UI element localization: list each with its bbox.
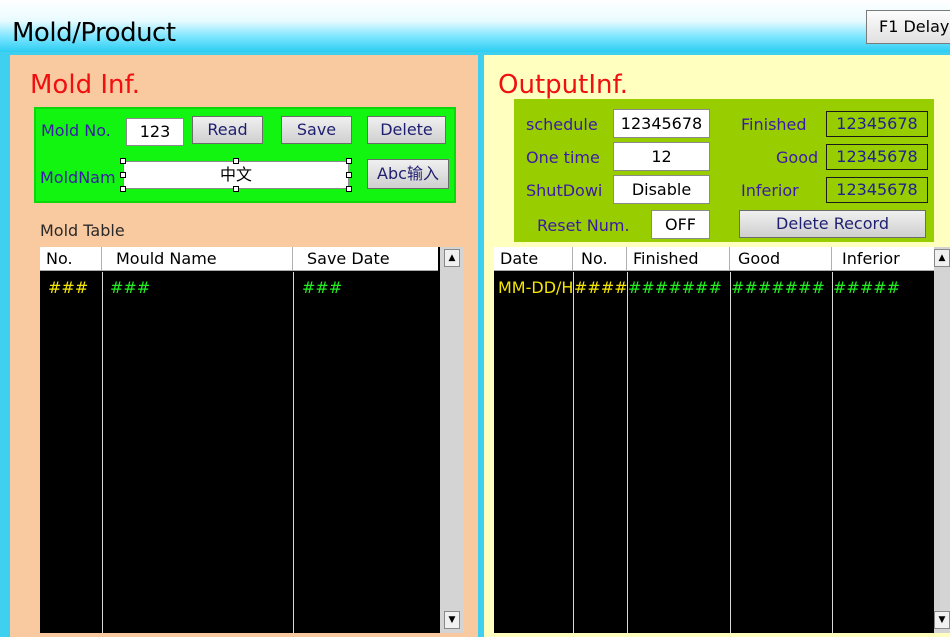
shutdown-label: ShutDowi <box>526 181 603 200</box>
table-cell[interactable]: ####### <box>628 278 730 297</box>
column-header-mould-name[interactable]: Mould Name <box>102 247 293 271</box>
column-header-finished[interactable]: Finished <box>627 247 730 271</box>
shutdown-select[interactable]: Disable <box>613 175 710 204</box>
inferior-label: Inferior <box>741 181 799 200</box>
window-title: Mold/Product <box>12 18 176 48</box>
scroll-up-icon[interactable]: ▲ <box>444 249 460 267</box>
resize-handle <box>120 158 126 164</box>
column-divider <box>102 272 103 633</box>
vertical-scrollbar[interactable]: ▲ ▼ <box>440 247 464 633</box>
output-info-title: OutputInf. <box>498 70 628 100</box>
resize-handle <box>120 172 126 178</box>
resize-handle <box>346 172 352 178</box>
delete-button[interactable]: Delete <box>367 116 446 144</box>
column-divider <box>832 272 833 633</box>
abc-input-button[interactable]: Abc输入 <box>367 159 449 189</box>
column-header-date[interactable]: Date <box>494 247 573 271</box>
resize-handle <box>346 186 352 192</box>
reset-num-label: Reset Num. <box>537 216 630 235</box>
finished-label: Finished <box>741 115 807 134</box>
table-cell[interactable]: ####### <box>731 278 832 297</box>
table-cell[interactable]: ### <box>302 278 342 297</box>
table-cell[interactable]: ##### <box>833 278 934 297</box>
mold-no-label: Mold No. <box>41 121 111 140</box>
column-header-good[interactable]: Good <box>730 247 832 271</box>
column-header-inferior[interactable]: Inferior <box>832 247 934 271</box>
column-divider <box>293 272 294 633</box>
vertical-scrollbar[interactable]: ▲ ▼ <box>934 247 950 633</box>
output-table[interactable]: Date No. Finished Good Inferior MM-DD/H … <box>494 247 950 633</box>
finished-value: 12345678 <box>826 111 928 137</box>
schedule-label: schedule <box>526 115 598 134</box>
scroll-up-icon[interactable]: ▲ <box>934 249 950 267</box>
mold-info-title: Mold Inf. <box>30 70 141 100</box>
output-table-header: Date No. Finished Good Inferior <box>494 247 934 271</box>
mold-name-input[interactable]: 中文 <box>123 161 349 189</box>
title-bar: Mold/Product F1 Delay <box>0 0 950 52</box>
save-button[interactable]: Save <box>281 116 352 144</box>
table-cell[interactable]: MM-DD/H <box>498 278 573 297</box>
mold-table-header: No. Mould Name Save Date <box>40 247 438 271</box>
reset-num-toggle[interactable]: OFF <box>651 210 710 239</box>
column-divider <box>730 272 731 633</box>
resize-handle <box>233 158 239 164</box>
mold-table-title: Mold Table <box>40 221 125 240</box>
column-header-no[interactable]: No. <box>40 247 102 271</box>
good-label: Good <box>776 148 819 167</box>
resize-handle <box>120 186 126 192</box>
column-header-save-date[interactable]: Save Date <box>293 247 438 271</box>
f1-delay-button[interactable]: F1 Delay <box>866 10 950 44</box>
table-cell[interactable]: ### <box>48 278 88 297</box>
delete-record-button[interactable]: Delete Record <box>739 210 926 238</box>
schedule-input[interactable]: 12345678 <box>613 109 710 138</box>
inferior-value: 12345678 <box>826 177 928 203</box>
resize-handle <box>346 158 352 164</box>
column-divider <box>627 272 628 633</box>
column-header-no[interactable]: No. <box>573 247 627 271</box>
scroll-down-icon[interactable]: ▼ <box>934 611 950 629</box>
mold-table[interactable]: No. Mould Name Save Date ### ### ### ▲ ▼ <box>40 247 464 633</box>
good-value: 12345678 <box>826 144 928 170</box>
table-cell[interactable]: ### <box>110 278 150 297</box>
resize-handle <box>233 186 239 192</box>
mold-no-input[interactable]: 123 <box>126 118 184 146</box>
column-divider <box>573 272 574 633</box>
scroll-down-icon[interactable]: ▼ <box>444 611 460 629</box>
one-time-input[interactable]: 12 <box>613 142 710 171</box>
mold-name-label: MoldNam <box>40 168 116 187</box>
table-cell[interactable]: #### <box>574 278 627 297</box>
read-button[interactable]: Read <box>192 116 263 144</box>
one-time-label: One time <box>526 148 600 167</box>
